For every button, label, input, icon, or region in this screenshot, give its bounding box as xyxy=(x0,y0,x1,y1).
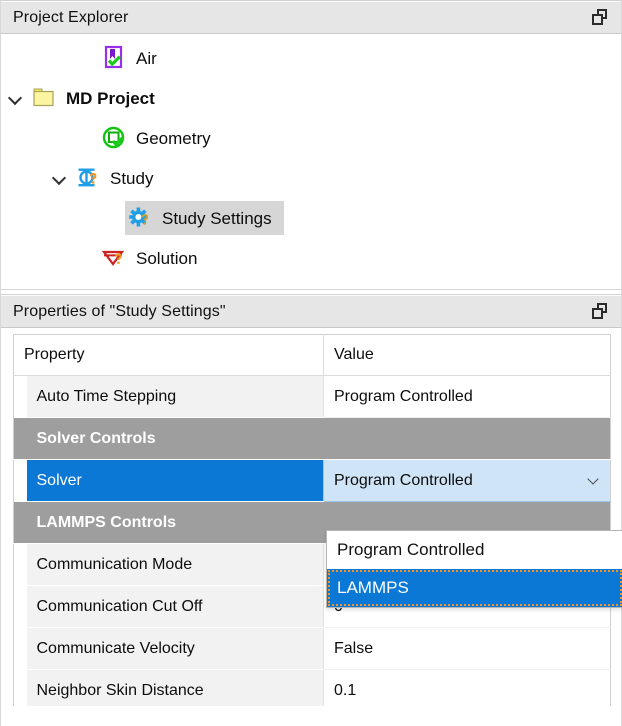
restore-window-icon[interactable] xyxy=(592,303,609,320)
tree-item-label: Study Settings xyxy=(162,208,272,228)
tree-twisty-placeholder xyxy=(97,198,125,238)
properties-grid[interactable]: Property Value Auto Time Stepping Progra… xyxy=(13,334,611,706)
dropdown-option-lammps[interactable]: LAMMPS xyxy=(327,569,622,607)
tree-item-label: Air xyxy=(136,48,157,68)
tree-item-label: Solution xyxy=(136,248,198,268)
row-gutter xyxy=(13,543,27,586)
properties-title: Properties of "Study Settings" xyxy=(13,302,226,320)
chevron-down-icon[interactable] xyxy=(588,475,600,487)
row-gutter xyxy=(13,669,27,706)
tree-twisty-placeholder xyxy=(71,38,99,78)
project-explorer-title: Project Explorer xyxy=(13,8,129,26)
restore-window-icon[interactable] xyxy=(592,9,609,26)
property-name-solver: Solver xyxy=(26,459,324,502)
row-gutter xyxy=(13,459,27,502)
properties-grid-wrapper: Property Value Auto Time Stepping Progra… xyxy=(1,328,621,706)
property-name: Communication Mode xyxy=(26,543,324,586)
row-gutter xyxy=(13,501,27,544)
grid-header-row: Property Value xyxy=(13,334,611,376)
chevron-down-icon[interactable] xyxy=(1,78,29,118)
property-name: Communication Cut Off xyxy=(26,585,324,628)
tree-item-study-settings[interactable]: Study Settings xyxy=(1,198,621,238)
property-name: Communicate Velocity xyxy=(26,627,324,670)
row-gutter xyxy=(13,627,27,670)
property-name: Auto Time Stepping xyxy=(26,375,324,418)
column-header-value[interactable]: Value xyxy=(323,334,611,376)
table-row-solver[interactable]: Solver Program Controlled xyxy=(13,459,611,502)
solver-combobox[interactable]: Program Controlled xyxy=(323,459,611,502)
tree-item-geometry[interactable]: Geometry xyxy=(1,118,621,158)
solver-dropdown-list[interactable]: Program Controlled LAMMPS xyxy=(326,530,622,608)
table-row[interactable]: Auto Time Stepping Program Controlled xyxy=(13,375,611,418)
property-value[interactable]: Program Controlled xyxy=(323,375,611,418)
chevron-down-icon[interactable] xyxy=(45,158,73,198)
property-value[interactable]: 0.1 xyxy=(323,669,611,706)
section-row-solver-controls: Solver Controls xyxy=(13,417,611,460)
tree-item-label: Study xyxy=(110,168,154,188)
section-label: Solver Controls xyxy=(26,417,324,460)
table-row[interactable]: Communicate Velocity False xyxy=(13,627,611,670)
row-gutter xyxy=(13,585,27,628)
section-value xyxy=(323,417,611,460)
dropdown-option-program-controlled[interactable]: Program Controlled xyxy=(327,531,622,569)
study-question-icon xyxy=(73,163,103,193)
folder-icon xyxy=(29,83,59,113)
gear-question-icon xyxy=(125,203,155,233)
property-value[interactable]: False xyxy=(323,627,611,670)
property-name: Neighbor Skin Distance xyxy=(26,669,324,706)
tree-item-study[interactable]: Study xyxy=(1,158,621,198)
tree-item-air[interactable]: Air xyxy=(1,38,621,78)
solution-gem-icon xyxy=(99,243,129,273)
project-explorer-header-actions xyxy=(592,9,621,26)
tree-twisty-placeholder xyxy=(71,118,99,158)
row-gutter xyxy=(13,375,27,418)
solver-combobox-value: Program Controlled xyxy=(334,471,473,489)
section-label: LAMMPS Controls xyxy=(26,501,324,544)
column-header-property[interactable]: Property xyxy=(13,334,324,376)
tree-item-label: MD Project xyxy=(66,88,155,108)
tree-item-label: Geometry xyxy=(136,128,211,148)
project-explorer-header: Project Explorer xyxy=(1,1,621,34)
tree-item-solution[interactable]: Solution xyxy=(1,238,621,278)
tree-item-md-project[interactable]: MD Project xyxy=(1,78,621,118)
project-explorer-tree[interactable]: Air MD Project Geometry Study Study Sett… xyxy=(1,34,621,289)
row-gutter xyxy=(13,417,27,460)
table-row[interactable]: Neighbor Skin Distance 0.1 xyxy=(13,669,611,706)
air-material-icon xyxy=(99,43,129,73)
application-window: Project Explorer Air MD Project Geometry… xyxy=(0,0,622,726)
properties-header-actions xyxy=(592,303,621,320)
properties-header: Properties of "Study Settings" xyxy=(1,295,621,328)
tree-twisty-placeholder xyxy=(71,238,99,278)
geometry-check-icon xyxy=(99,123,129,153)
